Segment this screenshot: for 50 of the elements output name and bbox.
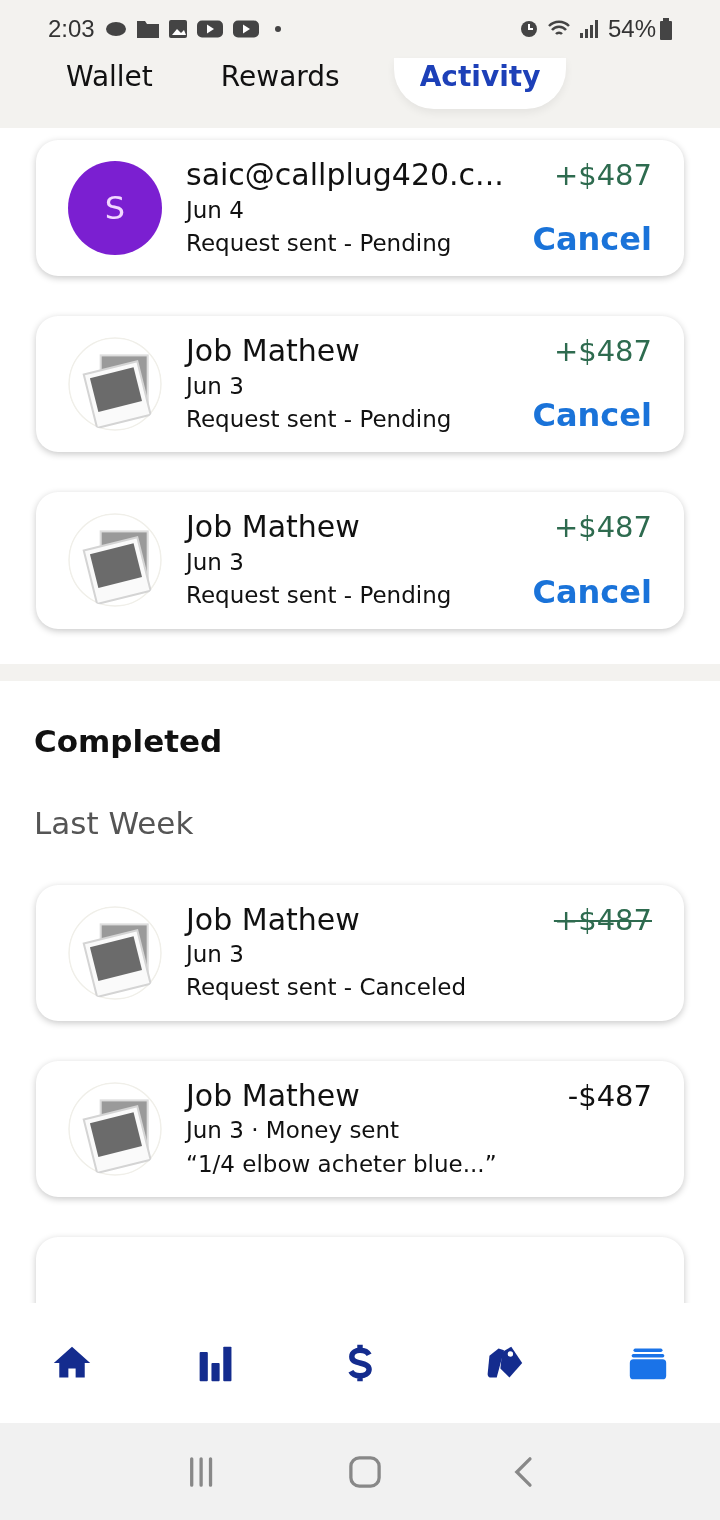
transaction-status: Request sent - Pending — [186, 581, 453, 611]
transaction-card[interactable]: Job Mathew Jun 3 Request sent - Pending +$487 Cancel — [36, 492, 684, 629]
status-time: 2:03 — [48, 15, 95, 43]
photo-placeholder-icon — [68, 905, 162, 1000]
contact-name: saic@callplug420.c... — [186, 156, 505, 194]
transaction-status: Request sent - Canceled — [186, 973, 468, 1003]
transaction-card[interactable]: Job Mathew Jun 3 · Money sent “1/4 elbow acheter blue...” -$487 — [36, 1060, 684, 1197]
transaction-card[interactable]: S saic@callplug420.c... Jun 4 Request sent - Pending +$487 Cancel — [36, 140, 684, 277]
transaction-date: Jun 3 — [186, 940, 245, 970]
home-button-icon[interactable] — [348, 1455, 381, 1488]
photo-placeholder-icon — [68, 513, 162, 608]
amount: +$487 — [553, 158, 652, 193]
battery-level: 54% — [607, 15, 656, 43]
battery-icon — [660, 18, 672, 40]
more-notifications-icon — [274, 26, 281, 32]
signal-icon — [579, 20, 598, 38]
contact-name: Job Mathew — [186, 1076, 361, 1115]
photo-placeholder-icon — [68, 337, 162, 432]
contact-name: Job Mathew — [186, 508, 361, 546]
cancel-button[interactable]: Cancel — [532, 220, 652, 259]
amount: -$487 — [567, 1078, 652, 1114]
photo-placeholder-icon — [68, 1081, 162, 1176]
contact-name: Job Mathew — [186, 332, 361, 370]
back-icon[interactable] — [514, 1455, 534, 1488]
tab[interactable]: Activity — [393, 58, 567, 109]
transaction-status: “1/4 elbow acheter blue...” — [186, 1149, 498, 1179]
transaction-date: Jun 3 · Money sent — [186, 1116, 401, 1146]
image-icon — [168, 20, 187, 38]
transaction-date: Jun 4 — [186, 195, 245, 225]
contact-name: Job Mathew — [186, 900, 361, 939]
amount: +$487 — [553, 510, 652, 546]
video-play-icon — [232, 20, 259, 38]
transaction-date: Jun 3 — [186, 547, 245, 577]
section-heading: Completed — [34, 722, 224, 759]
transaction-status: Request sent - Pending — [186, 228, 453, 258]
transaction-card[interactable]: Job Mathew Jun 3 Request sent - Canceled +$487 — [36, 884, 684, 1021]
avatar: S — [68, 161, 162, 256]
video-play-icon — [196, 20, 223, 38]
alarm-clock-icon — [519, 20, 538, 38]
amount: +$487 — [553, 334, 652, 369]
cancel-button[interactable]: Cancel — [532, 572, 652, 611]
amount: +$487 — [553, 902, 652, 938]
transaction-date: Jun 3 — [186, 371, 245, 401]
tab[interactable]: Wallet — [52, 58, 167, 109]
transaction-status: Request sent - Pending — [186, 405, 453, 435]
group-heading: Last Week — [34, 804, 195, 841]
tab[interactable]: Rewards — [206, 58, 354, 109]
transaction-card[interactable]: Job Mathew Jun 3 Request sent - Pending +$487 Cancel — [36, 316, 684, 453]
folder-icon — [136, 20, 159, 38]
cancel-button[interactable]: Cancel — [532, 396, 652, 435]
